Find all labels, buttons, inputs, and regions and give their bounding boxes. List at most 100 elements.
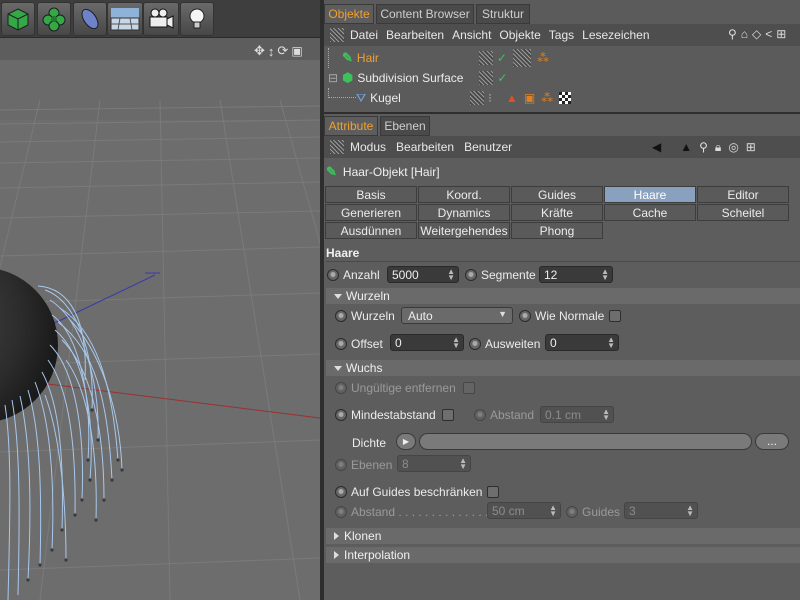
auf-guides-checkbox[interactable] xyxy=(487,486,499,498)
maximize-view-icon[interactable]: ▣ xyxy=(291,44,302,58)
tab-haare[interactable]: Haare xyxy=(604,186,696,203)
menu-datei[interactable]: Datei xyxy=(350,28,378,42)
new-window-icon[interactable]: ⊞ xyxy=(776,27,786,43)
auf-guides-radio[interactable] xyxy=(335,486,347,498)
ausweiten-radio[interactable] xyxy=(469,338,481,350)
section-wurzeln-label: Wurzeln xyxy=(346,289,390,303)
section-klonen[interactable]: Klonen xyxy=(326,528,800,544)
tab-kraefte[interactable]: Kräfte xyxy=(511,204,603,221)
abstand-radio[interactable] xyxy=(474,409,486,421)
gear-icon[interactable] xyxy=(37,2,71,36)
dichte-shader-field[interactable] xyxy=(419,433,752,450)
tab-objekte[interactable]: Objekte xyxy=(324,4,374,24)
hair-tag-icon[interactable]: ⁂ xyxy=(537,51,549,65)
wurzeln-radio[interactable] xyxy=(335,310,347,322)
abstand2-radio[interactable] xyxy=(335,506,347,518)
enabled-check[interactable]: ✓ xyxy=(497,51,507,65)
hair-material-tag-icon[interactable] xyxy=(512,49,531,67)
mindestabstand-label: Mindestabstand xyxy=(351,408,436,422)
zoom-view-icon[interactable]: ↕ xyxy=(268,44,275,59)
menu-tags[interactable]: Tags xyxy=(549,28,574,42)
move-view-icon[interactable]: ✥ xyxy=(254,43,265,59)
abstand-field[interactable]: 0.1 cm ▲ ▼ xyxy=(540,406,614,423)
tab-generieren[interactable]: Generieren xyxy=(325,204,417,221)
home-icon[interactable]: ⌂ xyxy=(741,27,748,43)
menu-modus[interactable]: Modus xyxy=(350,140,386,154)
object-row-hair[interactable]: ✎ Hair ✓ ⁂ xyxy=(324,48,800,68)
tab-koord[interactable]: Koord. xyxy=(418,186,510,203)
tab-dynamics[interactable]: Dynamics xyxy=(418,204,510,221)
dichte-more-button[interactable]: ... xyxy=(755,433,789,450)
menu-bearbeiten[interactable]: Bearbeiten xyxy=(386,28,444,42)
menu-benutzer[interactable]: Benutzer xyxy=(464,140,512,154)
tab-ebenen[interactable]: Ebenen xyxy=(380,116,430,136)
offset-field[interactable]: 0 ▲ ▼ xyxy=(390,334,464,351)
wie-normale-checkbox[interactable] xyxy=(609,310,621,322)
back-arrow-icon[interactable]: ◀ xyxy=(652,140,661,154)
ebenen-field[interactable]: 8 ▲ ▼ xyxy=(397,455,471,472)
rotate-view-icon[interactable]: ⟳ xyxy=(277,43,288,59)
anzahl-radio[interactable] xyxy=(327,269,339,281)
object-row-kugel[interactable]: ⛛ Kugel ⁝ ▲ ▣ ⁂ xyxy=(324,88,800,108)
abstand-value: 0.1 cm xyxy=(545,407,582,422)
ausweiten-field[interactable]: 0 ▲ ▼ xyxy=(545,334,619,351)
tab-attribute[interactable]: Attribute xyxy=(324,116,378,136)
dichte-play-button[interactable]: ▶ xyxy=(396,433,416,450)
target-icon[interactable]: ◎ xyxy=(728,140,738,154)
layout-icon[interactable]: ◇ xyxy=(752,27,761,43)
capsule-icon[interactable] xyxy=(73,2,107,36)
floor-grid-icon[interactable] xyxy=(107,2,143,36)
tab-content-browser[interactable]: Content Browser xyxy=(376,4,474,24)
abstand2-field[interactable]: 50 cm ▲ ▼ xyxy=(487,502,561,519)
search-icon[interactable]: ⚲ xyxy=(699,140,708,154)
menu-lesezeichen[interactable]: Lesezeichen xyxy=(582,28,649,42)
tab-struktur[interactable]: Struktur xyxy=(476,4,530,24)
light-bulb-icon[interactable] xyxy=(180,2,214,36)
mindestabstand-radio[interactable] xyxy=(335,409,347,421)
enabled-dots[interactable]: ⁝ xyxy=(488,91,492,105)
enabled-check[interactable]: ✓ xyxy=(497,71,507,85)
tab-guides[interactable]: Guides xyxy=(511,186,603,203)
search-icon[interactable]: ⚲ xyxy=(728,27,737,43)
offset-radio[interactable] xyxy=(335,338,347,350)
new-window-icon[interactable]: ⊞ xyxy=(746,140,756,154)
menu-ansicht[interactable]: Ansicht xyxy=(452,28,491,42)
viewport-3d[interactable] xyxy=(0,60,320,600)
visibility-toggle[interactable] xyxy=(478,51,493,65)
wurzeln-dropdown[interactable]: Auto ▼ xyxy=(401,307,513,324)
menu-objekte[interactable]: Objekte xyxy=(499,28,540,42)
tab-basis[interactable]: Basis xyxy=(325,186,417,203)
ungueltige-radio[interactable] xyxy=(335,382,347,394)
texture-tag-icon[interactable]: ▣ xyxy=(524,91,535,105)
lock-icon[interactable]: 🔒︎ xyxy=(715,140,721,155)
menu-bearbeiten[interactable]: Bearbeiten xyxy=(396,140,454,154)
guides-field[interactable]: 3 ▲ ▼ xyxy=(624,502,698,519)
segmente-radio[interactable] xyxy=(465,269,477,281)
wie-normale-radio[interactable] xyxy=(519,310,531,322)
tab-cache[interactable]: Cache xyxy=(604,204,696,221)
tab-ausduennen[interactable]: Ausdünnen xyxy=(325,222,417,239)
tab-scheitel[interactable]: Scheitel xyxy=(697,204,789,221)
anzahl-field[interactable]: 5000 ▲ ▼ xyxy=(387,266,459,283)
visibility-toggle[interactable] xyxy=(470,91,485,105)
section-interpolation[interactable]: Interpolation xyxy=(326,547,800,563)
tab-editor[interactable]: Editor xyxy=(697,186,789,203)
uvw-tag-icon[interactable]: ⁂ xyxy=(541,91,553,105)
mindestabstand-checkbox[interactable] xyxy=(442,409,454,421)
section-wuchs[interactable]: Wuchs xyxy=(326,360,800,376)
guides-radio[interactable] xyxy=(566,506,578,518)
checker-tag-icon[interactable] xyxy=(559,92,572,104)
tab-weitergehendes[interactable]: Weitergehendes xyxy=(418,222,510,239)
ebenen-radio[interactable] xyxy=(335,459,347,471)
camera-icon[interactable] xyxy=(143,2,179,36)
section-wurzeln[interactable]: Wurzeln xyxy=(326,288,800,304)
tab-phong[interactable]: Phong xyxy=(511,222,603,239)
up-arrow-icon[interactable]: ▲ xyxy=(680,140,692,154)
phong-tag-icon[interactable]: ▲ xyxy=(506,91,518,105)
visibility-toggle[interactable] xyxy=(479,71,494,85)
cube-icon[interactable] xyxy=(1,2,35,36)
object-row-subdivision-surface[interactable]: ⊟ ⬢ Subdivision Surface ✓ xyxy=(324,68,800,88)
ungueltige-checkbox[interactable] xyxy=(463,382,475,394)
back-icon[interactable]: < xyxy=(765,27,772,43)
segmente-field[interactable]: 12 ▲ ▼ xyxy=(539,266,613,283)
